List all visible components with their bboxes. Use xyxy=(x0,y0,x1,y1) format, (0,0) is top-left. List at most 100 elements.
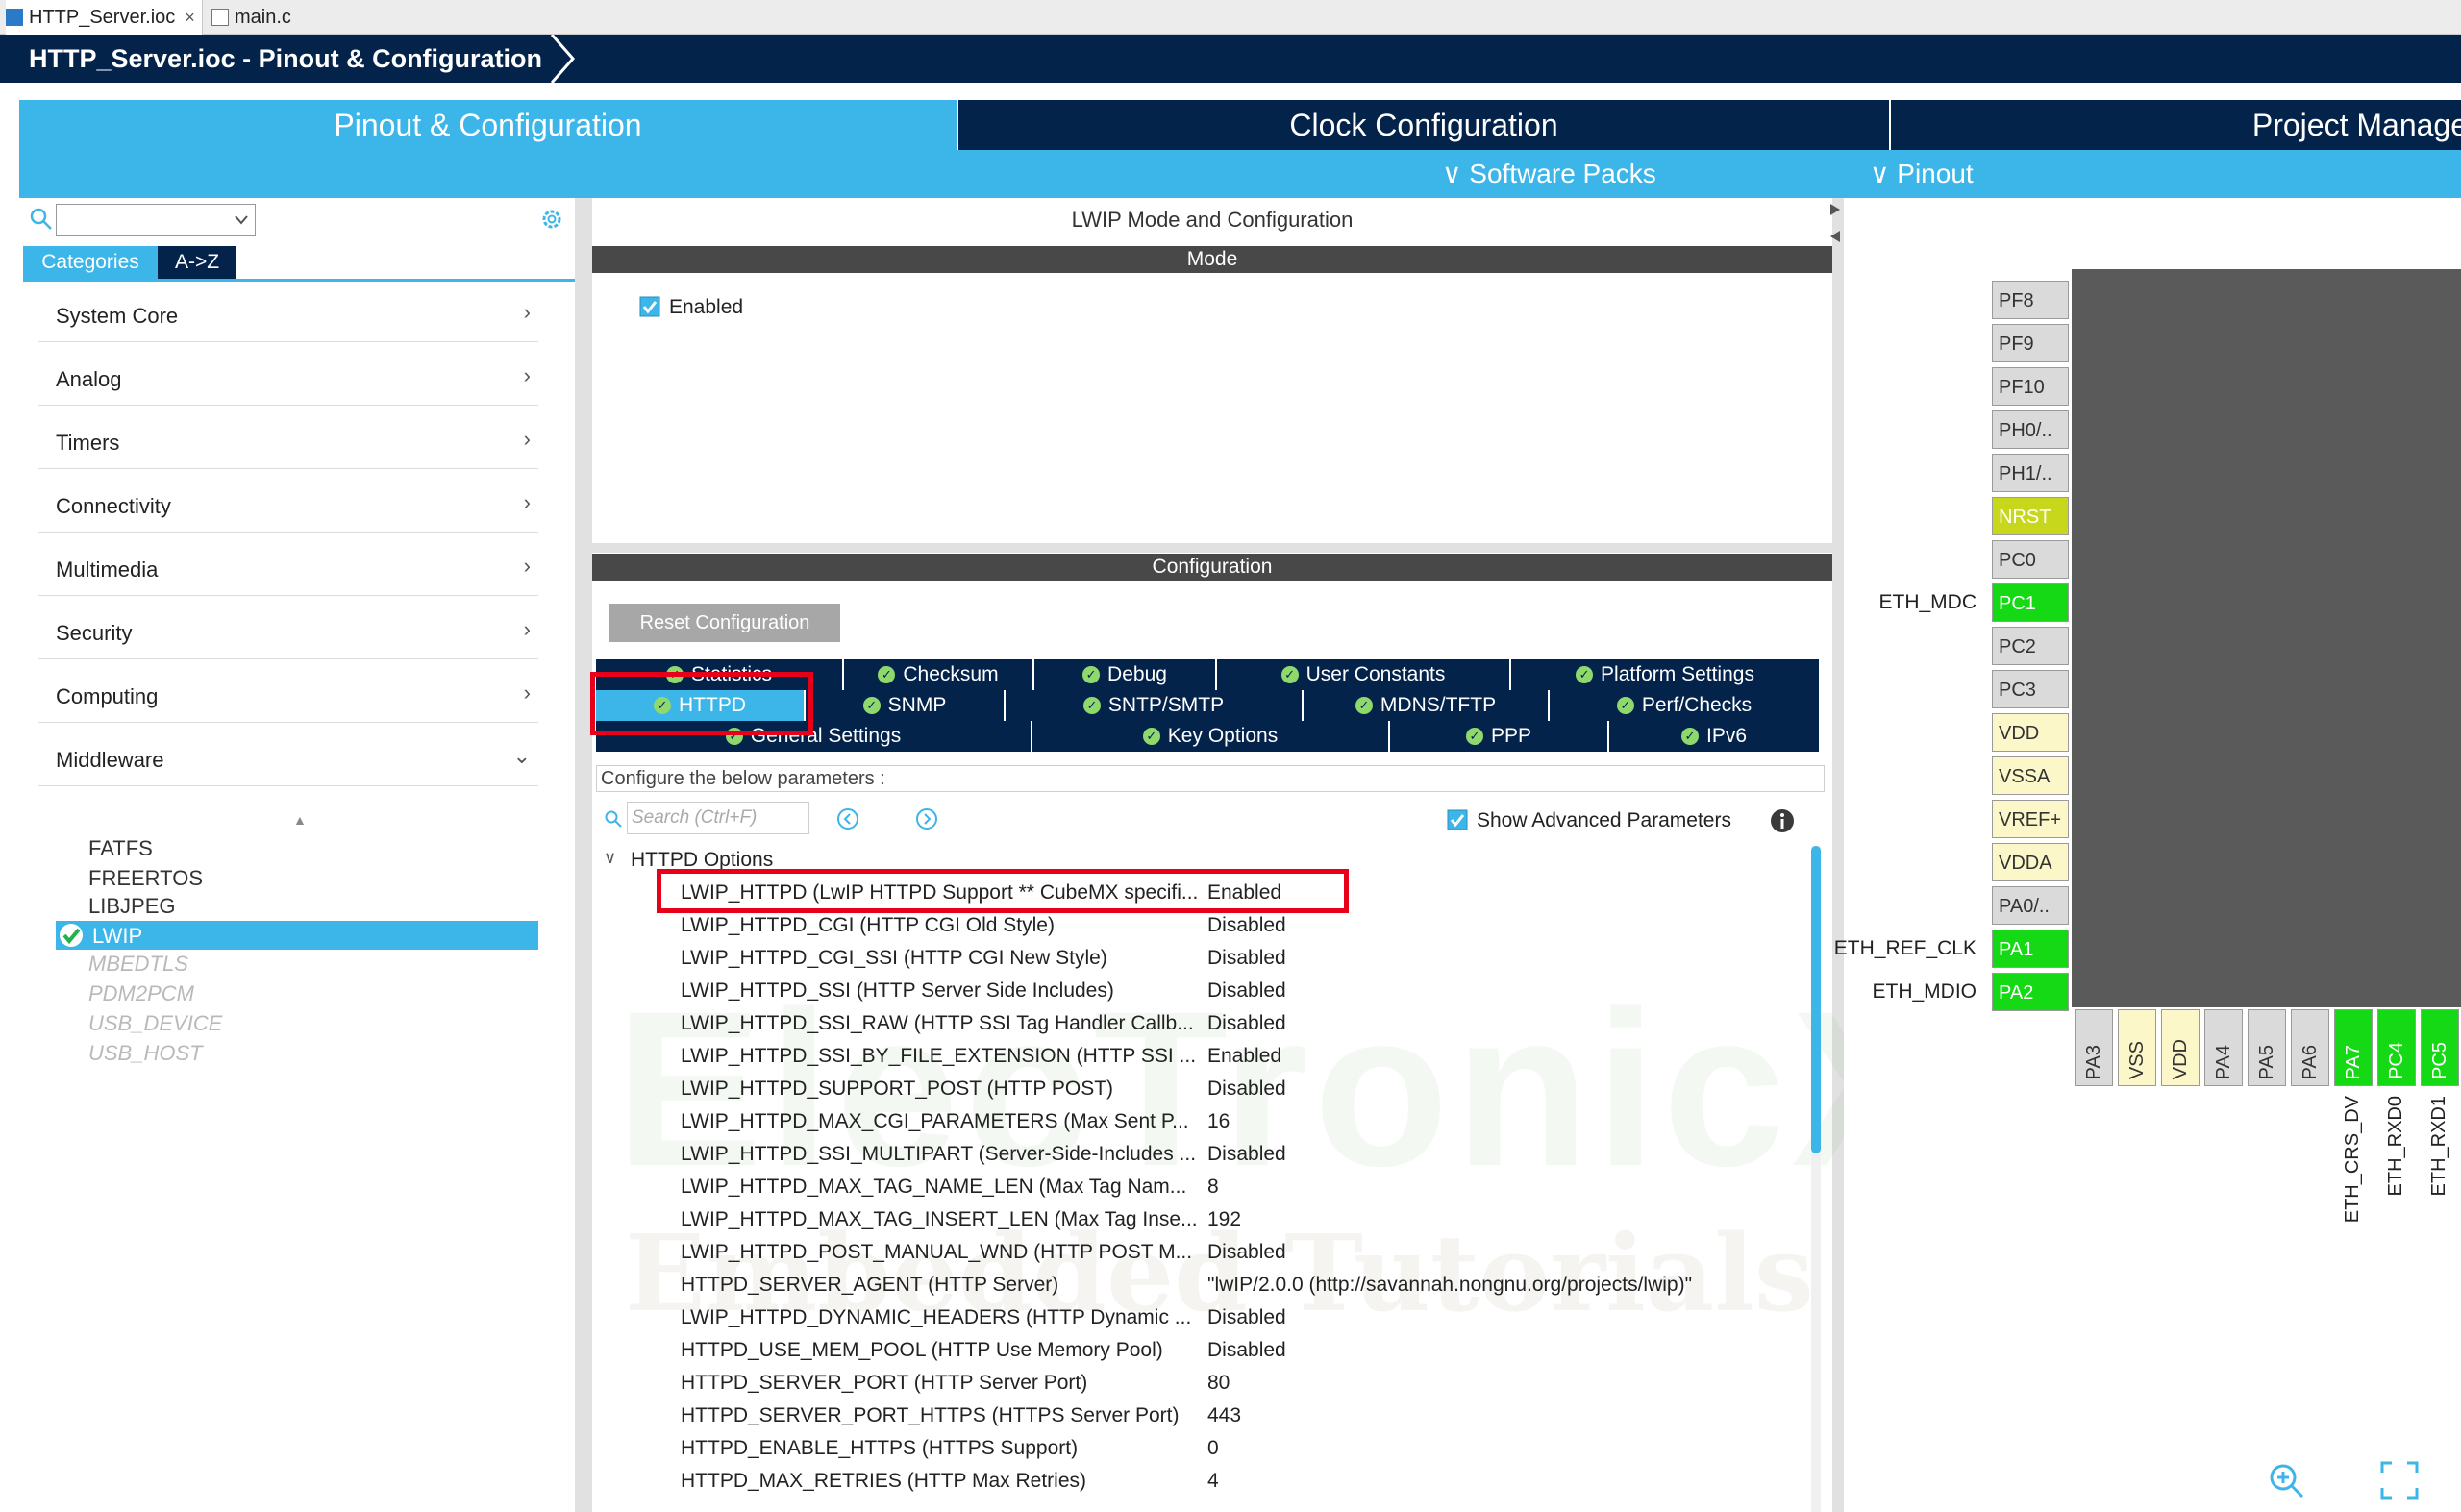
category-connectivity[interactable]: Connectivity › xyxy=(38,469,538,533)
pin-vssa[interactable]: VSSA xyxy=(1992,756,2069,795)
pin-pa3[interactable]: PA3 xyxy=(2075,1009,2113,1086)
collapse-chevron-icon[interactable]: ∨ xyxy=(604,848,616,868)
search-icon[interactable] xyxy=(29,207,54,232)
category-computing[interactable]: Computing › xyxy=(38,659,538,723)
pin-pc5[interactable]: PC5 xyxy=(2421,1009,2459,1086)
param-name: HTTPD_SERVER_PORT (HTTP Server Port) xyxy=(681,1372,1088,1394)
category-label: Security xyxy=(56,621,133,645)
info-icon[interactable] xyxy=(1769,807,1796,834)
pin-pf9[interactable]: PF9 xyxy=(1992,324,2069,362)
category-timers[interactable]: Timers › xyxy=(38,406,538,469)
pin-vdda[interactable]: VDDA xyxy=(1992,843,2069,881)
search-previous-icon[interactable] xyxy=(836,807,859,830)
pin-pc3[interactable]: PC3 xyxy=(1992,670,2069,708)
panel-splitter[interactable] xyxy=(575,198,592,1512)
tab-platform-settings[interactable]: ✓ Platform Settings xyxy=(1511,659,1821,690)
software-packs-menu[interactable]: ∨ Software Packs xyxy=(1442,150,1656,198)
collapse-panel-icon[interactable] xyxy=(1828,204,1842,242)
fit-to-screen-icon[interactable] xyxy=(2380,1461,2419,1500)
pin-ph0[interactable]: PH0/.. xyxy=(1992,410,2069,449)
pin-pc1[interactable]: PC1 xyxy=(1992,583,2069,622)
pin-label: PA3 xyxy=(2083,1044,2104,1079)
category-label: Timers xyxy=(56,431,120,455)
middleware-item-libjpeg[interactable]: LIBJPEG xyxy=(88,894,175,919)
file-tab-main-c[interactable]: main.c xyxy=(211,0,291,35)
pin-pf8[interactable]: PF8 xyxy=(1992,281,2069,319)
tab-sntp-smtp[interactable]: ✓ SNTP/SMTP xyxy=(1006,690,1304,721)
mode-header: Mode xyxy=(592,246,1832,273)
enabled-checkbox[interactable] xyxy=(639,296,660,317)
pin-ph1[interactable]: PH1/.. xyxy=(1992,454,2069,492)
category-system-core[interactable]: System Core › xyxy=(38,279,538,342)
check-circle-icon: ✓ xyxy=(878,666,896,684)
param-value: Disabled xyxy=(1207,1241,1286,1263)
file-tab-ioc[interactable]: HTTP_Server.ioc × xyxy=(6,0,203,35)
param-name: HTTPD_ENABLE_HTTPS (HTTPS Support) xyxy=(681,1437,1079,1459)
pin-vdd[interactable]: VDD xyxy=(2161,1009,2200,1086)
mode-config-splitter[interactable] xyxy=(592,543,1832,553)
param-name: LWIP_HTTPD_CGI_SSI (HTTP CGI New Style) xyxy=(681,947,1107,969)
parameter-search-input[interactable]: Search (Ctrl+F) xyxy=(627,802,809,834)
category-security[interactable]: Security › xyxy=(38,596,538,659)
tab-key-options[interactable]: ✓ Key Options xyxy=(1032,721,1390,752)
tab-label: Platform Settings xyxy=(1601,663,1754,685)
category-label: Middleware xyxy=(56,748,164,772)
param-value: 0 xyxy=(1207,1437,1219,1459)
pin-pa0[interactable]: PA0/.. xyxy=(1992,886,2069,925)
tab-perf-checks[interactable]: ✓ Perf/Checks xyxy=(1550,690,1821,721)
tab-clock-configuration[interactable]: Clock Configuration xyxy=(958,100,1889,150)
tab-pinout-configuration[interactable]: Pinout & Configuration xyxy=(19,100,957,150)
middleware-item-fatfs[interactable]: FATFS xyxy=(88,836,153,861)
pin-pa1[interactable]: PA1 xyxy=(1992,930,2069,968)
middleware-item-label: LWIP xyxy=(92,924,143,948)
tab-a-z[interactable]: A->Z xyxy=(158,246,236,279)
pin-pa2[interactable]: PA2 xyxy=(1992,973,2069,1011)
parameter-scrollbar-thumb[interactable] xyxy=(1811,846,1821,1153)
zoom-in-icon[interactable] xyxy=(2267,1461,2305,1500)
pin-vdd[interactable]: VDD xyxy=(1992,713,2069,752)
tab-checksum[interactable]: ✓ Checksum xyxy=(844,659,1034,690)
breadcrumb[interactable]: HTTP_Server.ioc - Pinout & Configuration xyxy=(0,35,578,83)
check-circle-icon: ✓ xyxy=(1616,697,1634,715)
pin-vss[interactable]: VSS xyxy=(2118,1009,2156,1086)
category-middleware[interactable]: Middleware ⌄ xyxy=(38,723,538,786)
pin-signal-label: ETH_RXD1 xyxy=(2428,1096,2449,1197)
tab-snmp[interactable]: ✓ SNMP xyxy=(806,690,1006,721)
category-analog[interactable]: Analog › xyxy=(38,342,538,406)
middleware-item-usb-host: USB_HOST xyxy=(88,1041,203,1065)
pin-pc0[interactable]: PC0 xyxy=(1992,540,2069,579)
pin-pa6[interactable]: PA6 xyxy=(2291,1009,2329,1086)
category-search-combo[interactable] xyxy=(56,204,256,236)
tab-categories[interactable]: Categories xyxy=(23,246,158,279)
middleware-item-freertos[interactable]: FREERTOS xyxy=(88,866,203,891)
gear-icon[interactable] xyxy=(538,206,565,233)
tab-debug[interactable]: ✓ Debug xyxy=(1034,659,1217,690)
search-next-icon[interactable] xyxy=(915,807,938,830)
tab-project-manager[interactable]: Project Manage xyxy=(1891,100,2461,150)
tab-label: SNMP xyxy=(887,694,947,716)
close-icon[interactable]: × xyxy=(185,8,195,28)
pin-pa5[interactable]: PA5 xyxy=(2248,1009,2286,1086)
chevron-right-icon: › xyxy=(523,300,531,324)
tab-ppp[interactable]: ✓ PPP xyxy=(1390,721,1609,752)
pin-pc4[interactable]: PC4 xyxy=(2377,1009,2416,1086)
pin-pa4[interactable]: PA4 xyxy=(2204,1009,2243,1086)
chevron-right-icon: › xyxy=(523,490,531,514)
middleware-item-pdm2pcm: PDM2PCM xyxy=(88,981,195,1005)
show-advanced-checkbox[interactable] xyxy=(1447,809,1468,830)
file-tab-bar xyxy=(0,0,2461,35)
param-value: Disabled xyxy=(1207,1012,1286,1034)
tab-ipv6[interactable]: ✓ IPv6 xyxy=(1609,721,1821,752)
pin-pa7[interactable]: PA7 xyxy=(2334,1009,2373,1086)
tab-user-constants[interactable]: ✓ User Constants xyxy=(1217,659,1511,690)
pin-pf10[interactable]: PF10 xyxy=(1992,367,2069,406)
pin-pc2[interactable]: PC2 xyxy=(1992,627,2069,665)
pin-vref[interactable]: VREF+ xyxy=(1992,800,2069,838)
pinout-menu[interactable]: ∨ Pinout xyxy=(1870,150,1974,198)
reset-configuration-button[interactable]: Reset Configuration xyxy=(609,604,840,642)
pin-signal-label: ETH_MDIO xyxy=(1872,980,1976,1003)
category-multimedia[interactable]: Multimedia › xyxy=(38,533,538,596)
param-name: LWIP_HTTPD_DYNAMIC_HEADERS (HTTP Dynamic… xyxy=(681,1306,1192,1328)
pin-nrst[interactable]: NRST xyxy=(1992,497,2069,535)
tab-mdns-tftp[interactable]: ✓ MDNS/TFTP xyxy=(1304,690,1550,721)
